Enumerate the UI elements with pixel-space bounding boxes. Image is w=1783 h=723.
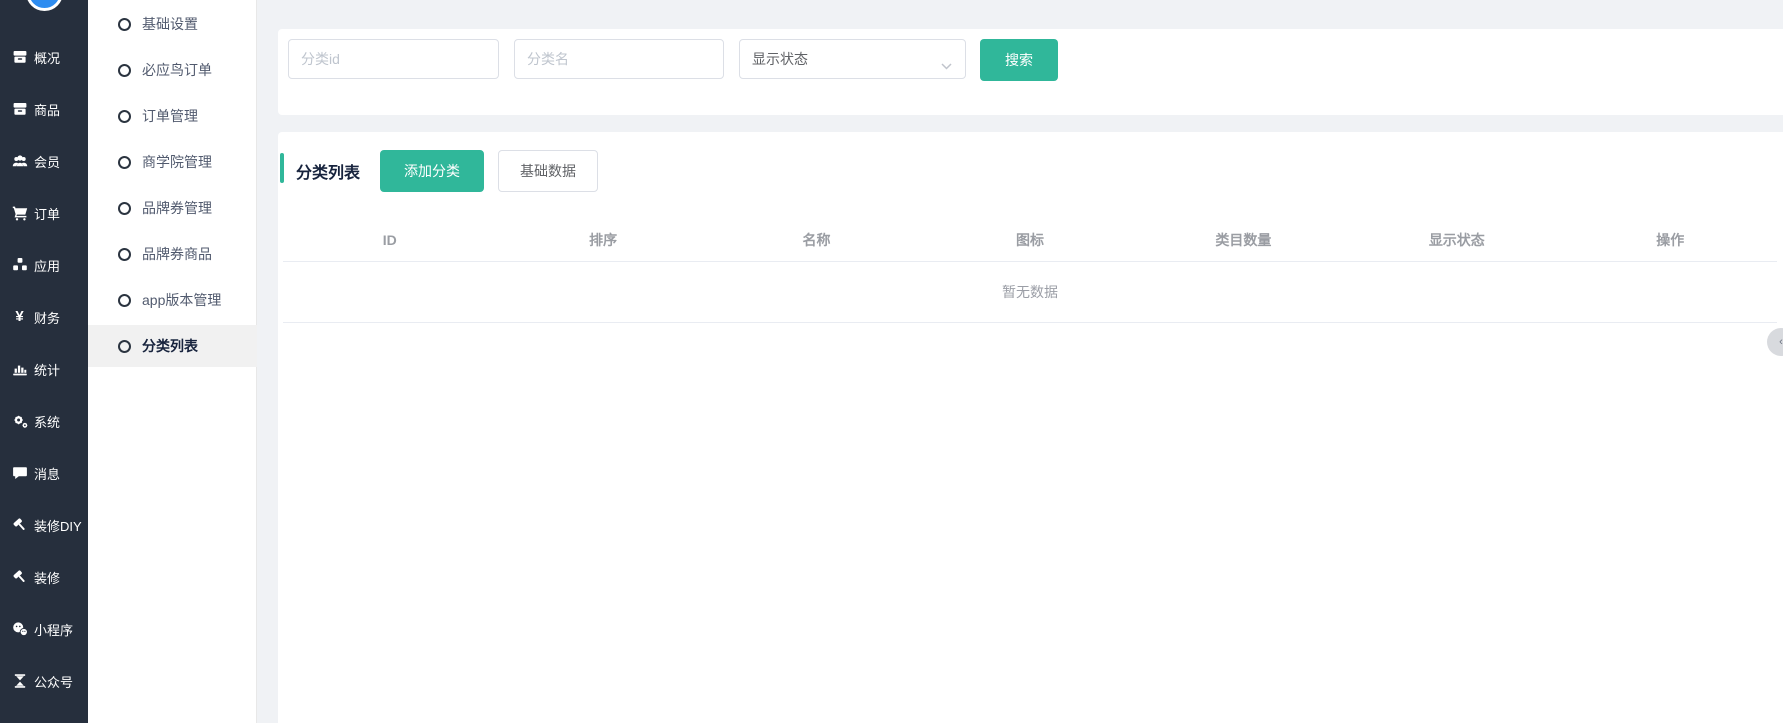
chevron-left-icon: ‹ [1779, 336, 1783, 348]
yen-icon: ¥ [11, 309, 28, 325]
sidebar-item-overview[interactable]: 概况 [0, 31, 88, 83]
submenu-item-category-list[interactable]: 分类列表 [88, 325, 257, 367]
sidebar-item-label: 统计 [34, 360, 60, 379]
display-status-select-value: 显示状态 [752, 49, 808, 69]
search-filter-card: 显示状态 搜索 [278, 29, 1783, 115]
table-empty-row: 暂无数据 [283, 262, 1777, 323]
cart-icon [11, 205, 28, 221]
sidebar-item-stats[interactable]: 统计 [0, 343, 88, 395]
goods-icon [11, 101, 28, 117]
sidebar-item-label: 订单 [34, 204, 60, 223]
sidebar-item-official[interactable]: 公众号 [0, 655, 88, 707]
submenu-item-label: 必应鸟订单 [142, 60, 212, 80]
table-header-cell: 显示状态 [1350, 230, 1563, 250]
sidebar-item-label: 装修DIY [34, 516, 82, 535]
chevron-down-icon [941, 57, 952, 73]
main-sidebar: 概况商品会员订单应用 ¥ 财务统计系统消息装修DIY 装修小程序公众号 [0, 0, 88, 723]
base-data-button[interactable]: 基础数据 [498, 150, 598, 192]
submenu-item-brand-coupon[interactable]: 品牌券管理 [88, 187, 257, 229]
overview-icon [11, 49, 28, 65]
sidebar-item-apps[interactable]: 应用 [0, 239, 88, 291]
wechat-icon [11, 621, 28, 637]
submenu-item-label: 品牌券商品 [142, 244, 212, 264]
circle-bullet-icon [118, 294, 131, 307]
admin-screen: 概况商品会员订单应用 ¥ 财务统计系统消息装修DIY 装修小程序公众号 基础设置必应鸟… [0, 0, 1783, 723]
sidebar-item-label: 装修 [34, 568, 60, 587]
hammer-icon [11, 569, 28, 585]
panel-title: 分类列表 [296, 159, 360, 183]
sidebar-item-finance[interactable]: ¥ 财务 [0, 291, 88, 343]
circle-bullet-icon [118, 18, 131, 31]
sidebar-item-label: 概况 [34, 48, 60, 67]
table-header-cell: 图标 [923, 230, 1136, 250]
display-status-select[interactable]: 显示状态 [739, 39, 966, 79]
hourglass-icon [11, 673, 28, 689]
category-list-panel: 分类列表 添加分类 基础数据 ID排序名称图标类目数量显示状态操作 暂无数据 [278, 132, 1783, 723]
members-icon [11, 153, 28, 169]
sidebar-item-label: 公众号 [34, 672, 73, 691]
sidebar-item-messages[interactable]: 消息 [0, 447, 88, 499]
table-header-row: ID排序名称图标类目数量显示状态操作 [283, 218, 1777, 262]
comment-icon [11, 465, 28, 481]
category-id-input[interactable] [288, 39, 499, 79]
cubes-icon [11, 257, 28, 273]
bar-chart-icon [11, 361, 28, 377]
submenu-item-basic-settings[interactable]: 基础设置 [88, 3, 257, 45]
sidebar-item-label: 小程序 [34, 620, 73, 639]
app-logo [26, 0, 63, 11]
submenu-item-bingbird-orders[interactable]: 必应鸟订单 [88, 49, 257, 91]
category-name-input[interactable] [514, 39, 724, 79]
submenu-item-label: 基础设置 [142, 14, 198, 34]
circle-bullet-icon [118, 248, 131, 261]
circle-bullet-icon [118, 202, 131, 215]
sidebar-item-label: 财务 [34, 308, 60, 327]
sidebar-item-label: 消息 [34, 464, 60, 483]
table-header-cell: 排序 [496, 230, 709, 250]
gears-icon [11, 413, 28, 429]
sidebar-item-decorate[interactable]: 装修 [0, 551, 88, 603]
sidebar-item-system[interactable]: 系统 [0, 395, 88, 447]
submenu-item-label: 分类列表 [142, 336, 198, 356]
sidebar-item-goods[interactable]: 商品 [0, 83, 88, 135]
table-header-cell: 操作 [1564, 230, 1777, 250]
circle-bullet-icon [118, 64, 131, 77]
sidebar-item-orders[interactable]: 订单 [0, 187, 88, 239]
submenu-item-academy-manage[interactable]: 商学院管理 [88, 141, 257, 183]
sidebar-item-label: 系统 [34, 412, 60, 431]
sidebar-item-label: 应用 [34, 256, 60, 275]
submenu-item-order-manage[interactable]: 订单管理 [88, 95, 257, 137]
sidebar-item-label: 商品 [34, 100, 60, 119]
table-header-cell: 名称 [710, 230, 923, 250]
sidebar-item-label: 会员 [34, 152, 60, 171]
panel-accent-bar [280, 153, 284, 183]
add-category-button[interactable]: 添加分类 [380, 150, 484, 192]
circle-bullet-icon [118, 340, 131, 353]
category-table: ID排序名称图标类目数量显示状态操作 暂无数据 [283, 218, 1777, 323]
sidebar-item-miniprogram[interactable]: 小程序 [0, 603, 88, 655]
submenu-item-label: 商学院管理 [142, 152, 212, 172]
sidebar-item-decorate-diy[interactable]: 装修DIY [0, 499, 88, 551]
empty-text: 暂无数据 [1002, 282, 1058, 302]
sidebar-item-members[interactable]: 会员 [0, 135, 88, 187]
table-header-cell: 类目数量 [1137, 230, 1350, 250]
search-button[interactable]: 搜索 [980, 39, 1058, 81]
submenu-panel: 基础设置必应鸟订单订单管理商学院管理品牌券管理品牌券商品 app版本管理分类列表 [88, 0, 257, 723]
submenu-item-label: app版本管理 [142, 290, 221, 310]
circle-bullet-icon [118, 156, 131, 169]
submenu-item-label: 订单管理 [142, 106, 198, 126]
submenu-item-label: 品牌券管理 [142, 198, 212, 218]
submenu-item-app-version[interactable]: app版本管理 [88, 279, 257, 321]
hammer-icon [11, 517, 28, 533]
submenu-item-brand-goods[interactable]: 品牌券商品 [88, 233, 257, 275]
circle-bullet-icon [118, 110, 131, 123]
table-header-cell: ID [283, 232, 496, 248]
